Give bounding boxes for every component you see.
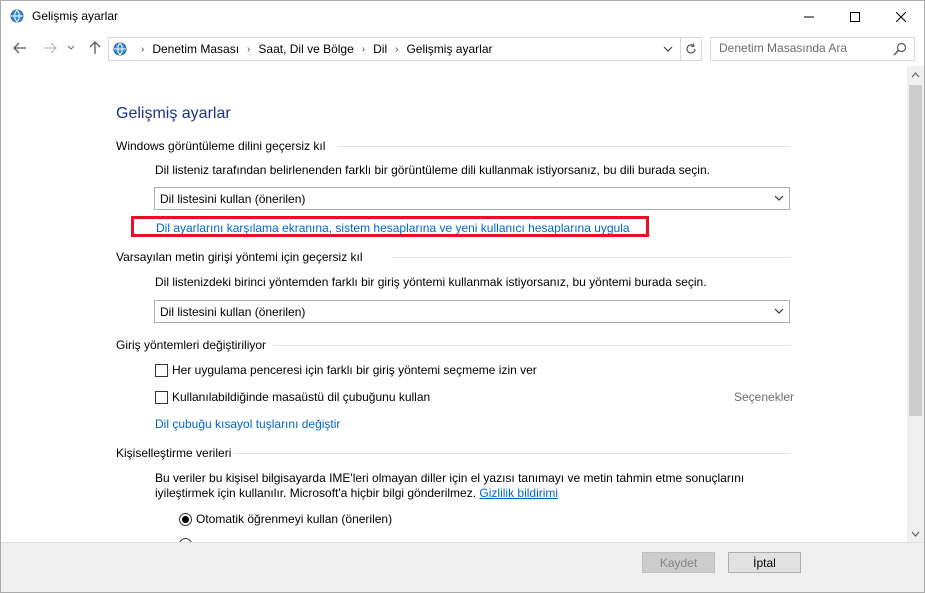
minimize-button[interactable]: [786, 1, 832, 32]
display-language-description: Dil listeniz tarafından belirlenenden fa…: [155, 163, 710, 177]
display-language-section-title: Windows görüntüleme dilini geçersiz kıl: [116, 139, 326, 153]
breadcrumb-separator-icon[interactable]: ›: [247, 44, 250, 55]
forward-arrow-icon: [44, 42, 57, 54]
switching-section-title: Giriş yöntemleri değiştiriliyor: [116, 338, 267, 352]
privacy-statement-link[interactable]: Gizlilik bildirimi: [479, 486, 558, 500]
breadcrumb-item[interactable]: Dil: [373, 42, 387, 56]
input-method-description: Dil listenizdeki birinci yöntemden farkl…: [155, 275, 707, 289]
search-box[interactable]: [710, 37, 915, 61]
section-divider: [393, 257, 790, 258]
maximize-icon: [850, 11, 860, 22]
language-settings-icon: [10, 9, 24, 23]
address-row: › Denetim Masası › Saat, Dil ve Bölge › …: [1, 32, 924, 66]
personalization-description-line2: iyileştirmek için kullanılır. Microsoft'…: [155, 486, 558, 500]
desktop-language-bar-label[interactable]: Kullanılabildiğinde masaüstü dil çubuğun…: [172, 390, 430, 404]
scroll-thumb[interactable]: [909, 85, 922, 416]
forward-button[interactable]: [42, 40, 58, 56]
chevron-down-icon: [663, 46, 673, 52]
radio-selected-dot: [182, 516, 189, 523]
hotkeys-link[interactable]: Dil çubuğu kısayol tuşlarını değiştir: [155, 417, 340, 431]
close-icon: [896, 11, 906, 22]
breadcrumb-item[interactable]: Saat, Dil ve Bölge: [258, 42, 353, 56]
window: Gelişmiş ayarlar › Denetim Masası › Saat…: [0, 0, 925, 593]
dialog-footer: Kaydet İptal: [1, 542, 924, 592]
breadcrumb-separator-icon[interactable]: ›: [395, 44, 398, 55]
vertical-scrollbar[interactable]: [907, 66, 924, 542]
refresh-icon: [686, 43, 696, 54]
save-button[interactable]: Kaydet: [642, 552, 715, 573]
input-method-section-title: Varsayılan metin girişi yöntemi için geç…: [116, 250, 363, 264]
cancel-button[interactable]: İptal: [728, 552, 801, 573]
search-input[interactable]: [719, 41, 889, 55]
highlight-box: [131, 216, 649, 237]
settings-content: Gelişmiş ayarlar Windows görüntüleme dil…: [1, 66, 907, 542]
address-history-button[interactable]: [660, 42, 676, 56]
personalization-description-line1: Bu veriler bu kişisel bilgisayarda IME'l…: [155, 471, 745, 485]
up-arrow-icon: [89, 41, 101, 54]
section-divider: [274, 345, 790, 346]
close-button[interactable]: [878, 1, 924, 32]
search-icon[interactable]: [893, 42, 907, 56]
per-app-input-method-label[interactable]: Her uygulama penceresi için farklı bir g…: [172, 363, 537, 377]
scroll-up-button[interactable]: [907, 66, 924, 83]
chevron-down-icon: [774, 195, 784, 201]
address-bar[interactable]: › Denetim Masası › Saat, Dil ve Bölge › …: [108, 37, 702, 61]
recent-locations-button[interactable]: [66, 40, 76, 56]
up-button[interactable]: [87, 40, 103, 56]
control-panel-icon: [113, 42, 127, 56]
maximize-button[interactable]: [832, 1, 878, 32]
desktop-language-bar-checkbox[interactable]: [155, 391, 168, 404]
chevron-down-icon: [774, 308, 784, 314]
auto-learning-label[interactable]: Otomatik öğrenmeyi kullan (önerilen): [196, 512, 392, 526]
scroll-down-button[interactable]: [907, 525, 924, 542]
display-language-select[interactable]: Dil listesini kullan (önerilen): [154, 187, 790, 210]
back-arrow-icon: [13, 42, 26, 54]
language-bar-options-link: Seçenekler: [734, 390, 795, 404]
chevron-down-icon: [911, 531, 920, 537]
personalization-description-text: iyileştirmek için kullanılır. Microsoft'…: [155, 486, 477, 500]
window-title: Gelişmiş ayarlar: [32, 9, 119, 23]
input-method-select-value: Dil listesini kullan (önerilen): [160, 305, 306, 319]
page-title: Gelişmiş ayarlar: [116, 105, 231, 122]
display-language-select-value: Dil listesini kullan (önerilen): [160, 192, 306, 206]
section-divider: [338, 146, 790, 147]
breadcrumb-separator-icon: ›: [141, 43, 145, 55]
minimize-icon: [804, 16, 814, 17]
title-bar: Gelişmiş ayarlar: [1, 1, 924, 32]
personalization-section-title: Kişiselleştirme verileri: [116, 446, 232, 460]
refresh-button[interactable]: [680, 38, 701, 60]
per-app-input-method-checkbox[interactable]: [155, 364, 168, 377]
chevron-up-icon: [911, 71, 920, 77]
chevron-down-icon: [67, 45, 75, 50]
input-method-select[interactable]: Dil listesini kullan (önerilen): [154, 300, 790, 323]
breadcrumb: › Denetim Masası › Saat, Dil ve Bölge › …: [133, 42, 492, 56]
breadcrumb-item[interactable]: Denetim Masası: [152, 42, 239, 56]
breadcrumb-item[interactable]: Gelişmiş ayarlar: [406, 42, 492, 56]
auto-learning-radio[interactable]: [179, 513, 192, 526]
breadcrumb-separator-icon[interactable]: ›: [362, 44, 365, 55]
back-button[interactable]: [12, 40, 28, 56]
section-divider: [234, 453, 790, 454]
